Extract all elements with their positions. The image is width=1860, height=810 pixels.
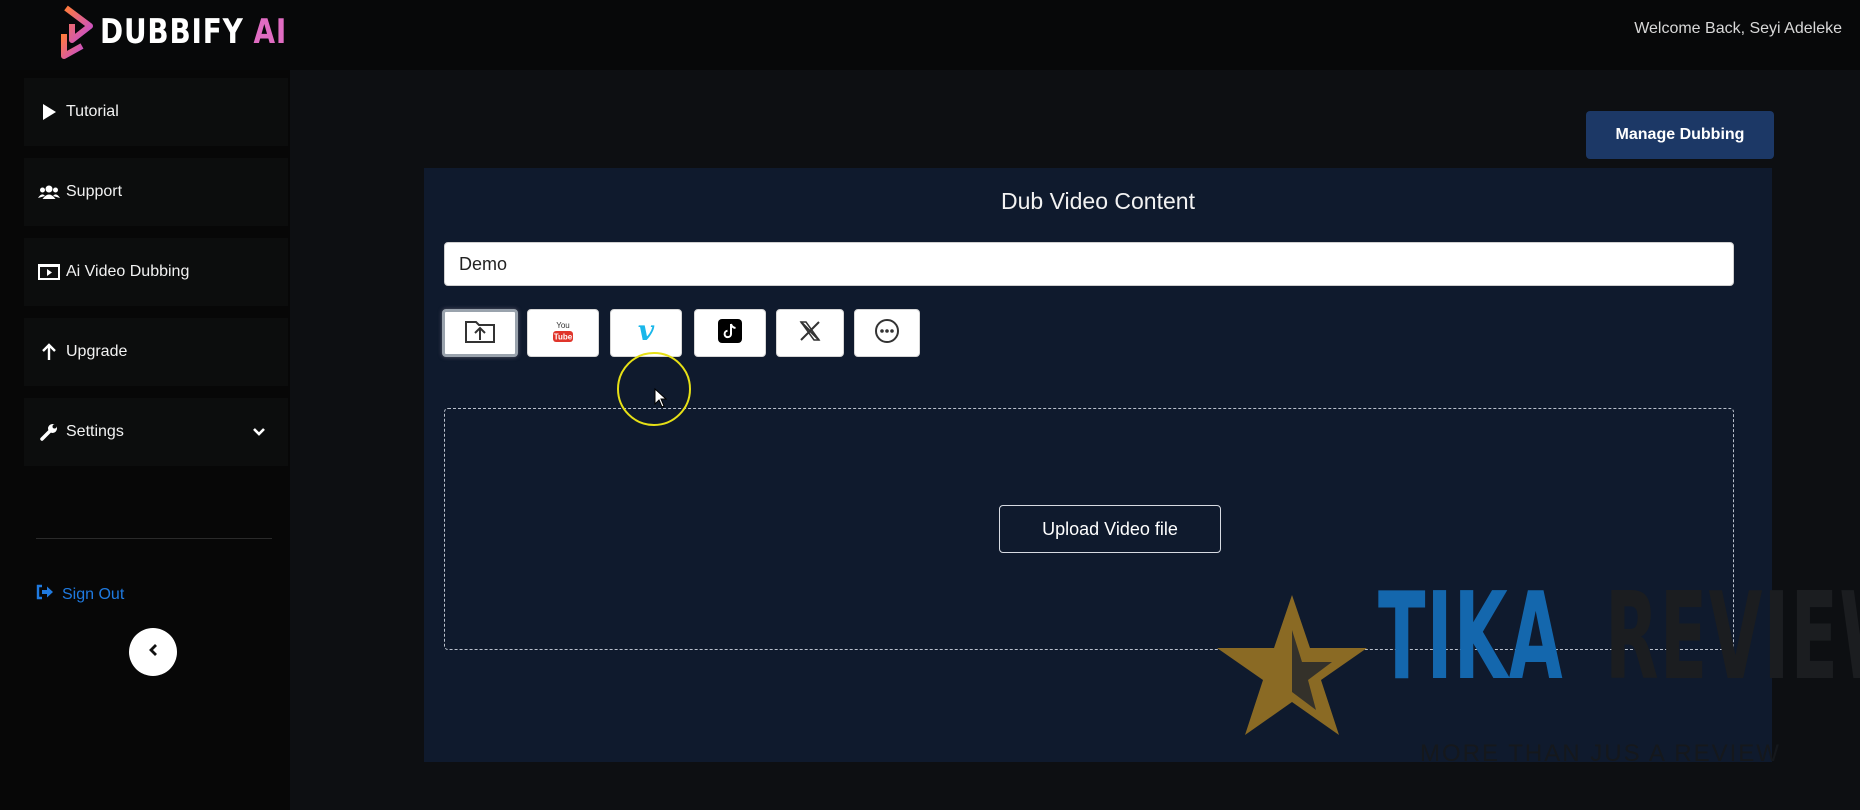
sidebar-item-label: Upgrade [66, 343, 128, 360]
video-icon [36, 263, 62, 281]
collapse-sidebar-button[interactable] [129, 628, 177, 676]
sidebar-item-label: Support [66, 183, 123, 200]
sidebar: Tutorial Support Ai Video Dubbing Upgrad… [0, 70, 290, 810]
sidebar-item-label: Tutorial [66, 103, 119, 120]
welcome-message: Welcome Back, Seyi Adeleke [1634, 20, 1842, 37]
arrow-up-icon [36, 343, 62, 361]
mouse-cursor-icon [654, 388, 668, 408]
source-more-button[interactable] [854, 309, 920, 357]
source-x-button[interactable] [776, 309, 844, 357]
chevron-down-icon[interactable] [252, 424, 266, 442]
sidebar-item-tutorial[interactable]: Tutorial [24, 78, 288, 146]
watermark-word-tika: TIKA [1378, 568, 1564, 707]
sidebar-item-label: Settings [66, 423, 124, 440]
sidebar-item-upgrade[interactable]: Upgrade [24, 318, 288, 386]
sidebar-item-label: Ai Video Dubbing [66, 263, 190, 280]
svg-text:Tube: Tube [554, 332, 573, 341]
play-icon [36, 103, 62, 121]
users-icon [36, 184, 62, 200]
sidebar-item-support[interactable]: Support [24, 158, 288, 226]
tiktok-icon [717, 318, 743, 349]
wrench-icon [36, 423, 62, 441]
x-icon [798, 319, 822, 348]
youtube-icon: You Tube [550, 318, 576, 349]
sign-out-label: Sign Out [62, 585, 125, 603]
logo-mark-icon [61, 5, 93, 59]
dubbify-logo[interactable]: DUBBIFY AI [60, 4, 328, 60]
sidebar-item-ai-video-dubbing[interactable]: Ai Video Dubbing [24, 238, 288, 306]
page-title: Dub Video Content [1001, 188, 1195, 214]
svg-text:You: You [556, 321, 570, 330]
sign-out-link[interactable]: Sign Out [36, 584, 124, 605]
watermark-tagline: MORE THAN JUS A REVIEW [1420, 740, 1781, 767]
upload-folder-icon [464, 318, 496, 349]
sidebar-divider [36, 538, 272, 539]
svg-text:v: v [638, 318, 655, 344]
source-vimeo-button[interactable]: v [610, 309, 682, 357]
manage-dubbing-button[interactable]: Manage Dubbing [1586, 111, 1774, 159]
dub-video-card: Dub Video Content You Tube v Upload Video… [424, 168, 1772, 762]
watermark-word-review: REVIEW [1605, 568, 1860, 707]
chevron-left-icon [148, 643, 158, 662]
vimeo-icon: v [631, 314, 661, 349]
source-youtube-button[interactable]: You Tube [527, 309, 599, 357]
video-title-input[interactable] [444, 242, 1734, 286]
more-icon [874, 318, 900, 349]
watermark-star-icon [1217, 595, 1367, 735]
logo-text-primary: DUBBIFY [100, 12, 244, 52]
upload-video-file-button[interactable]: Upload Video file [999, 505, 1221, 553]
logo-text-accent: AI [253, 12, 288, 52]
top-header: DUBBIFY AI Welcome Back, Seyi Adeleke [0, 0, 1860, 70]
source-tiktok-button[interactable] [694, 309, 766, 357]
source-upload-button[interactable] [442, 309, 518, 357]
sidebar-item-settings[interactable]: Settings [24, 398, 288, 466]
sign-out-icon [36, 584, 54, 605]
